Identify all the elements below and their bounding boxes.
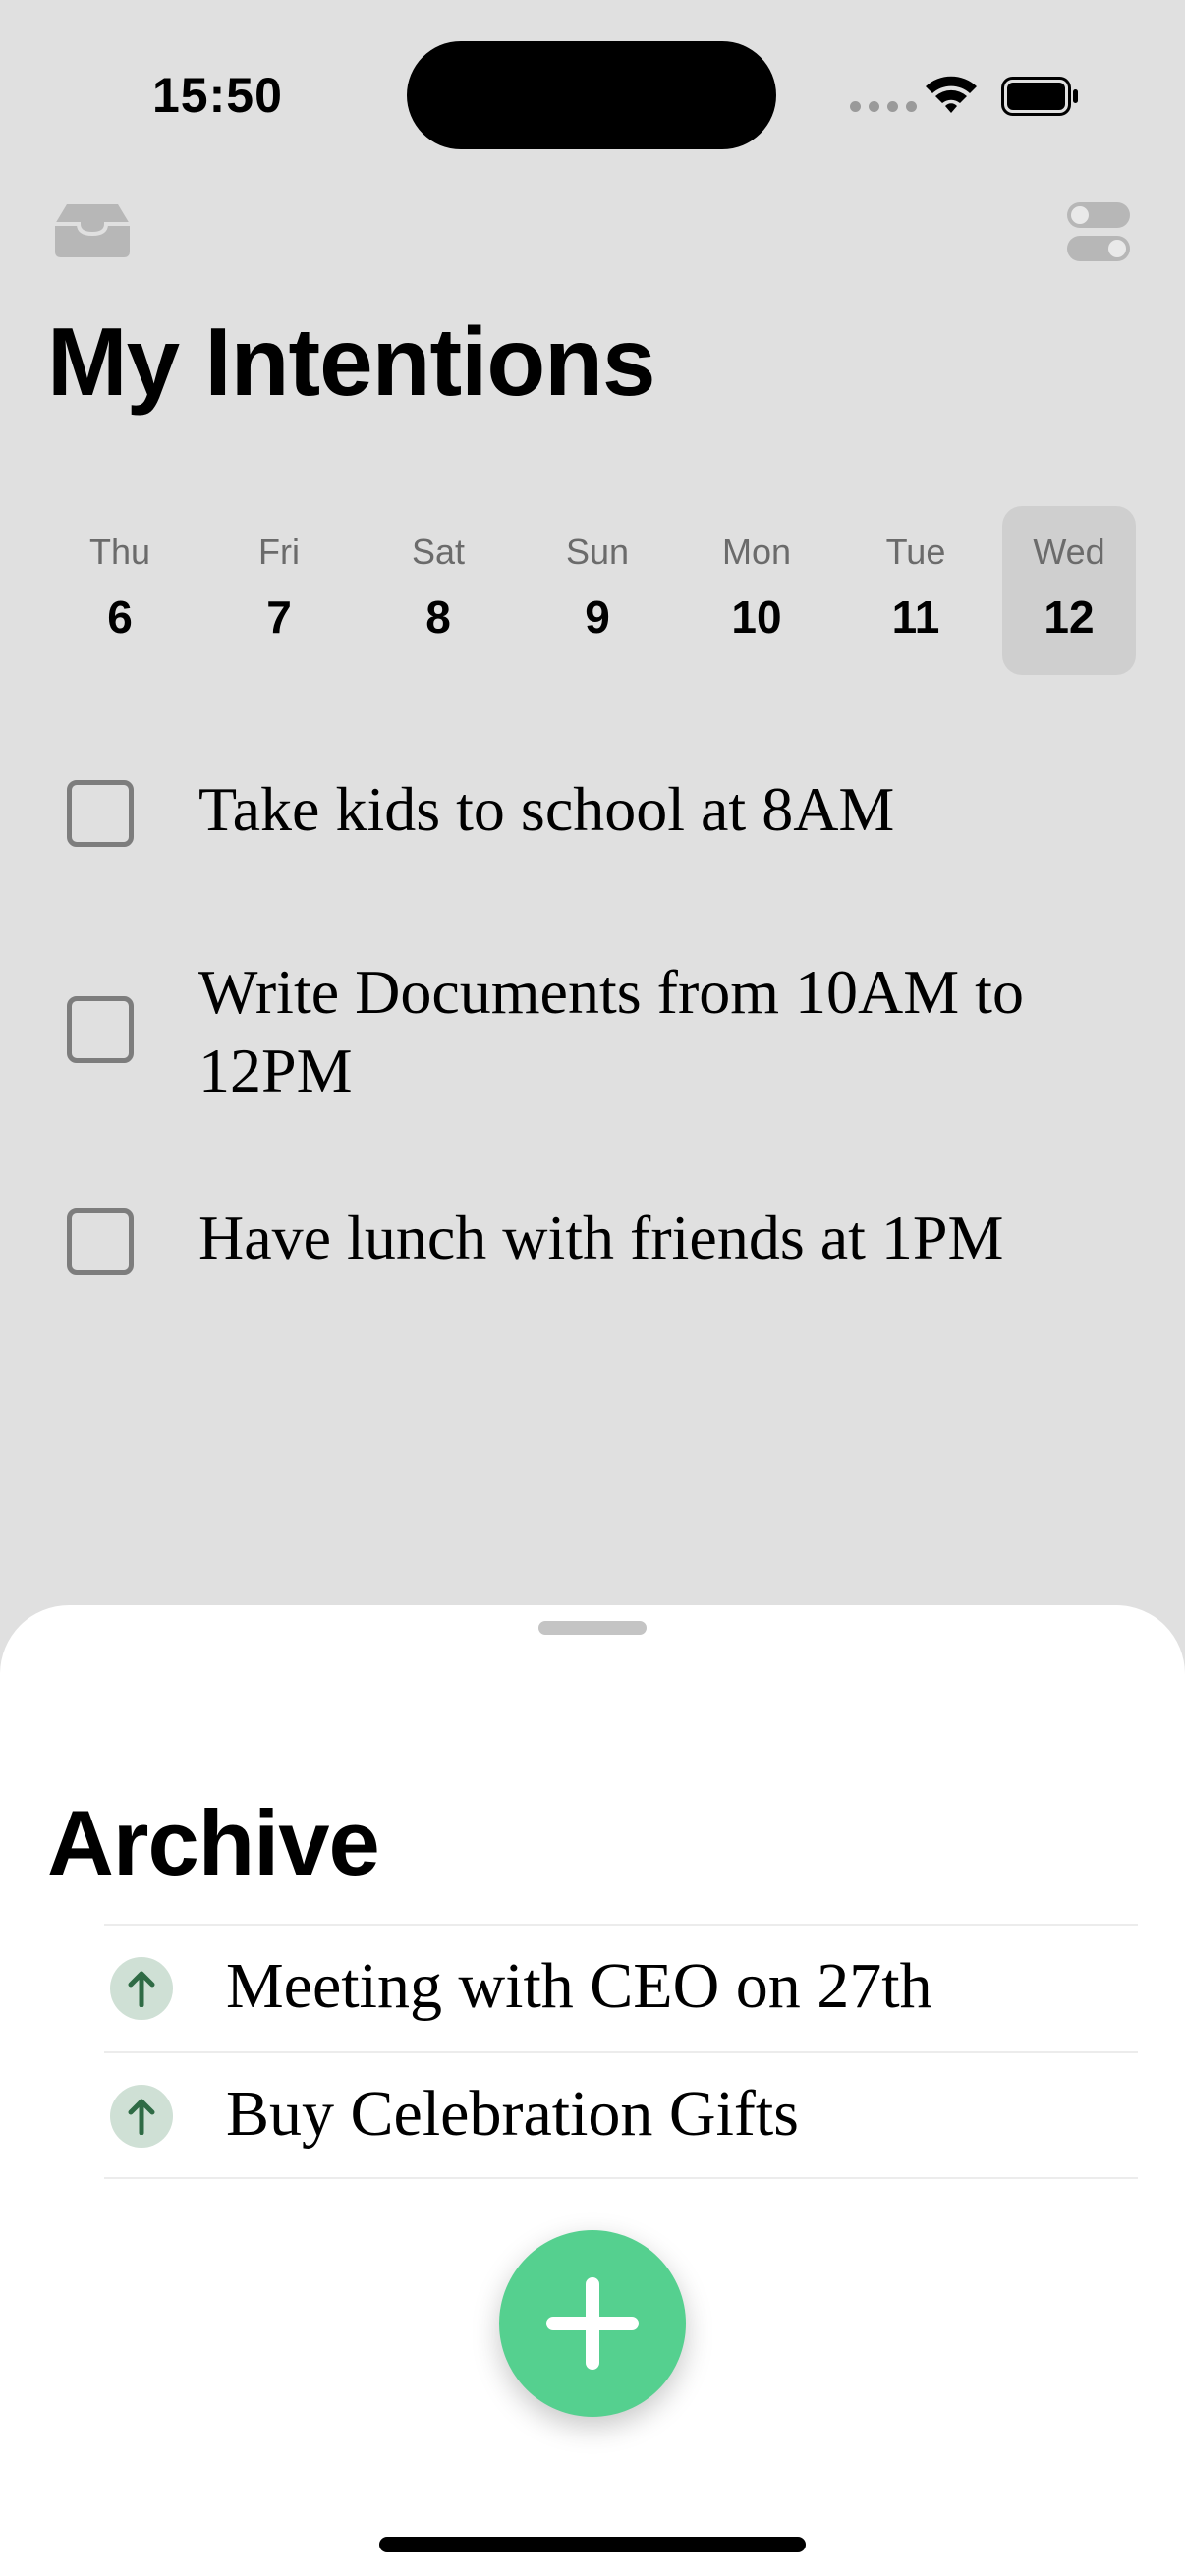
archive-item[interactable]: Meeting with CEO on 27th — [104, 1924, 1138, 2051]
task-text[interactable]: Write Documents from 10AM to 12PM — [198, 953, 1142, 1110]
wifi-icon — [926, 76, 977, 113]
task-text[interactable]: Take kids to school at 8AM — [198, 770, 1142, 849]
task-checkbox[interactable] — [67, 996, 134, 1063]
day-sat-8[interactable]: Sat 8 — [371, 506, 505, 675]
day-name: Fri — [258, 532, 300, 572]
screen: 15:50 My Intentions Thu 6 Fri 7 Sat 8 Su… — [0, 0, 1185, 2576]
archive-item-text: Meeting with CEO on 27th — [226, 1950, 932, 2022]
home-indicator[interactable] — [379, 2537, 806, 2552]
task-text[interactable]: Have lunch with friends at 1PM — [198, 1199, 1142, 1277]
battery-icon — [1001, 77, 1078, 116]
day-number: 12 — [1044, 591, 1095, 643]
day-tue-11[interactable]: Tue 11 — [849, 506, 983, 675]
sheet-grabber[interactable] — [538, 1621, 647, 1635]
add-intention-button[interactable] — [499, 2230, 686, 2417]
inbox-tray-icon[interactable] — [53, 202, 132, 259]
day-name: Tue — [885, 532, 946, 572]
archive-sheet: Archive Meeting with CEO on 27th Buy Cel… — [0, 1605, 1185, 2576]
week-day-selector: Thu 6 Fri 7 Sat 8 Sun 9 Mon 10 Tue 11 We… — [53, 506, 1138, 675]
day-fri-7[interactable]: Fri 7 — [212, 506, 346, 675]
day-number: 7 — [266, 591, 292, 643]
day-wed-12-selected[interactable]: Wed 12 — [1002, 506, 1136, 675]
plus-icon — [546, 2277, 639, 2370]
task-checkbox[interactable] — [67, 780, 134, 847]
day-number: 10 — [731, 591, 782, 643]
day-name: Mon — [721, 532, 792, 572]
day-number: 6 — [107, 591, 133, 643]
task-checkbox[interactable] — [67, 1208, 134, 1275]
day-mon-10[interactable]: Mon 10 — [690, 506, 823, 675]
day-number: 8 — [425, 591, 451, 643]
dynamic-island — [407, 41, 776, 149]
cellular-signal-icon — [850, 101, 917, 112]
archive-list: Meeting with CEO on 27th Buy Celebration… — [104, 1924, 1138, 2179]
archive-item-text: Buy Celebration Gifts — [226, 2078, 799, 2150]
day-number: 11 — [891, 591, 940, 643]
day-thu-6[interactable]: Thu 6 — [53, 506, 187, 675]
day-number: 9 — [585, 591, 610, 643]
arrow-up-icon[interactable] — [110, 1957, 173, 2020]
arrow-up-icon[interactable] — [110, 2085, 173, 2148]
archive-item[interactable]: Buy Celebration Gifts — [104, 2051, 1138, 2179]
day-name: Wed — [1033, 532, 1105, 572]
day-sun-9[interactable]: Sun 9 — [531, 506, 664, 675]
status-time: 15:50 — [152, 68, 283, 123]
toggle-settings-icon[interactable] — [1065, 200, 1132, 263]
day-name: Thu — [88, 532, 151, 572]
day-name: Sat — [411, 532, 466, 572]
day-name: Sun — [565, 532, 630, 572]
page-title: My Intentions — [47, 308, 656, 416]
archive-title: Archive — [47, 1791, 380, 1894]
